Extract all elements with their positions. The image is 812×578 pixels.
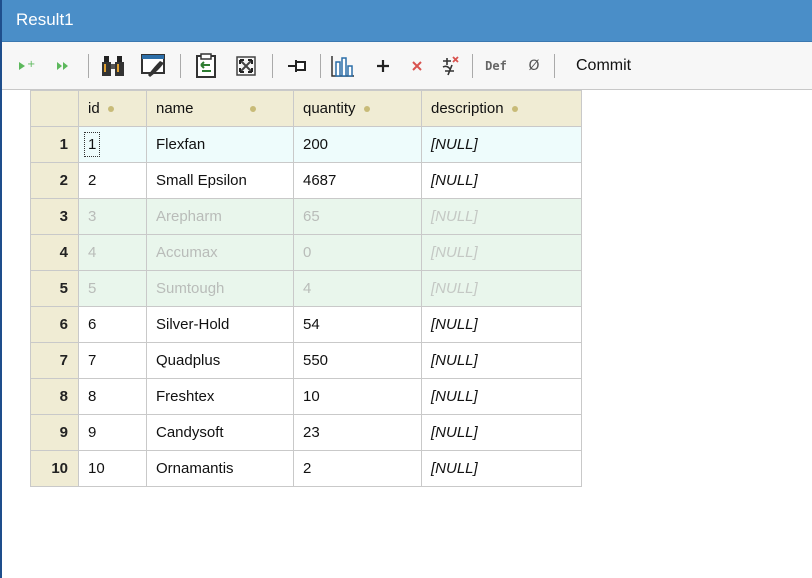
cell-quantity[interactable]: 10 (293, 378, 422, 415)
table-row[interactable]: 5 5 Sumtough 4 [NULL] (30, 270, 582, 307)
cell-description[interactable]: [NULL] (421, 270, 582, 307)
table-row[interactable]: 7 7 Quadplus 550 [NULL] (30, 342, 582, 379)
cell-id-value: 1 (83, 132, 101, 157)
cell-name[interactable]: Accumax (146, 234, 294, 271)
cell-description[interactable]: [NULL] (421, 414, 582, 451)
cell-id[interactable]: 2 (78, 162, 147, 199)
column-header-id[interactable]: id (78, 90, 147, 127)
cell-quantity[interactable]: 2 (293, 450, 422, 487)
grid-header-row: id name quantity description (30, 90, 582, 127)
row-number[interactable]: 3 (30, 198, 79, 235)
column-header-description[interactable]: description (421, 90, 582, 127)
cell-quantity[interactable]: 54 (293, 306, 422, 343)
cell-quantity[interactable]: 23 (293, 414, 422, 451)
column-header-label: id (88, 100, 100, 117)
cell-name[interactable]: Freshtex (146, 378, 294, 415)
cell-description[interactable]: [NULL] (421, 378, 582, 415)
table-row[interactable]: 9 9 Candysoft 23 [NULL] (30, 414, 582, 451)
sort-indicator-icon (511, 106, 518, 113)
cell-id[interactable]: 10 (78, 450, 147, 487)
row-number[interactable]: 10 (30, 450, 79, 487)
title-bar: Result1 (2, 0, 812, 42)
cell-quantity[interactable]: 550 (293, 342, 422, 379)
cell-id[interactable]: 3 (78, 198, 147, 235)
add-row-icon[interactable] (368, 42, 398, 90)
row-number[interactable]: 4 (30, 234, 79, 271)
row-number[interactable]: 5 (30, 270, 79, 307)
sort-indicator-icon (363, 106, 370, 113)
pin-icon[interactable] (280, 42, 314, 90)
copy-clipboard-icon[interactable] (188, 42, 224, 90)
sort-indicator-icon (107, 106, 114, 113)
cell-name[interactable]: Silver-Hold (146, 306, 294, 343)
row-number[interactable]: 6 (30, 306, 79, 343)
cell-description[interactable]: [NULL] (421, 306, 582, 343)
cell-id[interactable]: 4 (78, 234, 147, 271)
table-row[interactable]: 3 3 Arepharm 65 [NULL] (30, 198, 582, 235)
maximize-icon[interactable] (228, 42, 264, 90)
results-grid: id name quantity description 1 1 Flexfan… (30, 90, 582, 487)
cell-description[interactable]: [NULL] (421, 198, 582, 235)
cell-name[interactable]: Flexfan (146, 126, 294, 163)
cell-quantity[interactable]: 4 (293, 270, 422, 307)
row-number[interactable]: 9 (30, 414, 79, 451)
toolbar: + Def Ø Commit (2, 42, 812, 90)
chart-icon[interactable] (326, 42, 360, 90)
cell-quantity[interactable]: 65 (293, 198, 422, 235)
row-number[interactable]: 1 (30, 126, 79, 163)
row-number-header[interactable] (30, 90, 79, 127)
set-null-icon[interactable]: Ø (520, 42, 548, 90)
find-binoculars-icon[interactable] (96, 42, 132, 90)
table-row[interactable]: 10 10 Ornamantis 2 [NULL] (30, 450, 582, 487)
append-row-icon[interactable]: + (12, 42, 42, 90)
column-header-name[interactable]: name (146, 90, 294, 127)
cell-name[interactable]: Sumtough (146, 270, 294, 307)
table-row[interactable]: 2 2 Small Epsilon 4687 [NULL] (30, 162, 582, 199)
cell-description[interactable]: [NULL] (421, 162, 582, 199)
sort-indicator-icon (249, 106, 256, 113)
delete-row-icon[interactable] (402, 42, 432, 90)
cell-id[interactable]: 9 (78, 414, 147, 451)
table-row[interactable]: 8 8 Freshtex 10 [NULL] (30, 378, 582, 415)
cell-quantity[interactable]: 200 (293, 126, 422, 163)
column-header-label: quantity (303, 100, 356, 117)
fast-forward-icon[interactable] (48, 42, 78, 90)
cell-quantity[interactable]: 4687 (293, 162, 422, 199)
cell-name[interactable]: Candysoft (146, 414, 294, 451)
cell-id[interactable]: 8 (78, 378, 147, 415)
column-header-label: description (431, 100, 504, 117)
commit-button[interactable]: Commit (562, 42, 812, 90)
cell-name[interactable]: Arepharm (146, 198, 294, 235)
row-number[interactable]: 2 (30, 162, 79, 199)
window-title: Result1 (16, 10, 74, 29)
cell-id[interactable]: 5 (78, 270, 147, 307)
svg-text:+: + (27, 59, 35, 70)
cell-description[interactable]: [NULL] (421, 234, 582, 271)
set-null-label: Ø (528, 58, 540, 74)
cell-description[interactable]: [NULL] (421, 450, 582, 487)
row-number[interactable]: 8 (30, 378, 79, 415)
clear-filter-icon[interactable] (136, 42, 172, 90)
table-row[interactable]: 6 6 Silver-Hold 54 [NULL] (30, 306, 582, 343)
column-header-quantity[interactable]: quantity (293, 90, 422, 127)
cell-id[interactable]: 6 (78, 306, 147, 343)
cell-name[interactable]: Quadplus (146, 342, 294, 379)
cell-id[interactable]: 7 (78, 342, 147, 379)
commit-label: Commit (576, 57, 632, 74)
set-default-label: Def (485, 59, 507, 73)
cell-name[interactable]: Ornamantis (146, 450, 294, 487)
column-header-label: name (156, 100, 194, 117)
cell-quantity[interactable]: 0 (293, 234, 422, 271)
row-number[interactable]: 7 (30, 342, 79, 379)
table-row[interactable]: 4 4 Accumax 0 [NULL] (30, 234, 582, 271)
cell-name[interactable]: Small Epsilon (146, 162, 294, 199)
result-window: Result1 + Def Ø Commit id name quantity … (0, 0, 812, 578)
table-row[interactable]: 1 1 Flexfan 200 [NULL] (30, 126, 582, 163)
undo-changes-icon[interactable] (434, 42, 466, 90)
cell-id[interactable]: 1 (78, 126, 147, 163)
cell-description[interactable]: [NULL] (421, 342, 582, 379)
cell-description[interactable]: [NULL] (421, 126, 582, 163)
set-default-icon[interactable]: Def (478, 42, 514, 90)
